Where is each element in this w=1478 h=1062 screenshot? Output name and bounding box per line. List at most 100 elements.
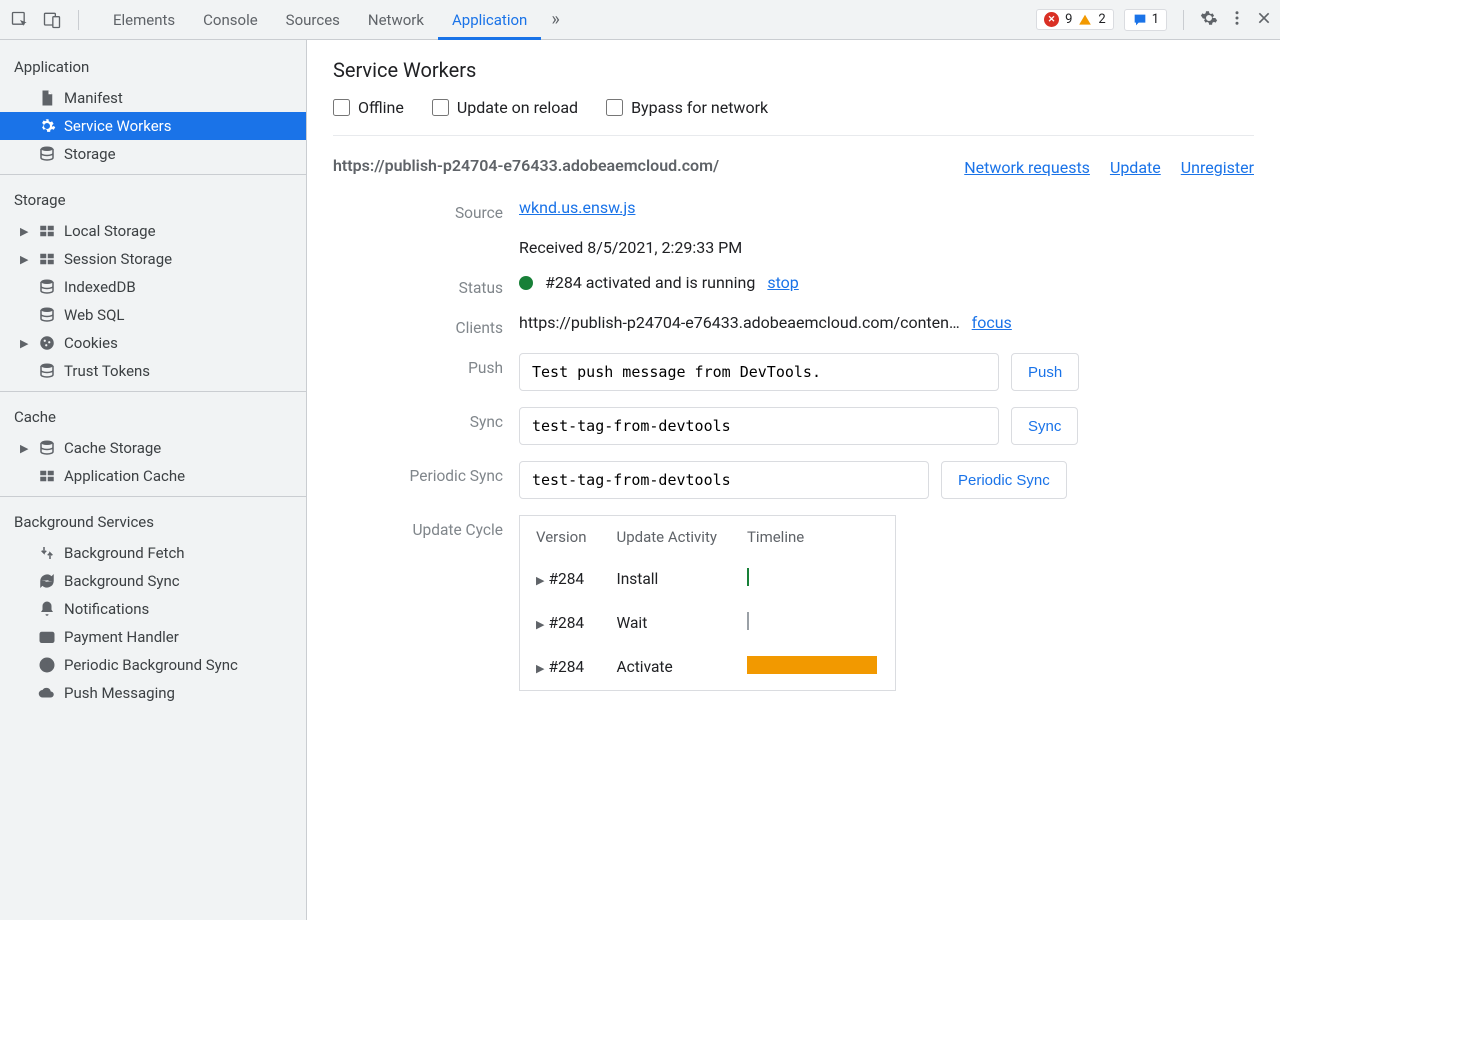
gear-icon — [38, 117, 56, 135]
grid-icon — [38, 467, 56, 485]
close-icon[interactable] — [1256, 10, 1272, 30]
timeline-tick-icon — [747, 612, 749, 630]
update-link[interactable]: Update — [1110, 158, 1161, 177]
cycle-row[interactable]: ▶#284Wait — [522, 602, 893, 644]
sidebar-item-periodic-background-sync[interactable]: Periodic Background Sync — [0, 651, 306, 679]
sidebar-item-notifications[interactable]: Notifications — [0, 595, 306, 623]
sidebar-item-label: Application Cache — [64, 467, 185, 485]
bell-icon — [38, 600, 56, 618]
cloud-icon — [38, 684, 56, 702]
cycle-row[interactable]: ▶#284Activate — [522, 646, 893, 688]
status-dot-icon — [519, 276, 533, 290]
sidebar-item-label: Trust Tokens — [64, 362, 150, 380]
more-icon[interactable] — [1228, 9, 1246, 31]
tab-application[interactable]: Application — [438, 0, 541, 40]
push-label: Push — [333, 353, 503, 377]
sidebar-item-label: Manifest — [64, 89, 123, 107]
cycle-row[interactable]: ▶#284Install — [522, 558, 893, 600]
status-text: #284 activated and is running — [545, 273, 755, 292]
issues-badge[interactable]: 1 — [1124, 9, 1167, 31]
expand-icon: ▶ — [20, 225, 30, 238]
periodic-sync-input[interactable] — [519, 461, 929, 499]
sidebar-item-web-sql[interactable]: Web SQL — [0, 301, 306, 329]
issues-count: 1 — [1152, 12, 1159, 27]
device-toggle-icon[interactable] — [40, 8, 64, 32]
periodic-sync-label: Periodic Sync — [333, 461, 503, 485]
stop-link[interactable]: stop — [767, 273, 798, 292]
unregister-link[interactable]: Unregister — [1181, 158, 1254, 177]
source-file-link[interactable]: wknd.us.ensw.js — [519, 198, 635, 217]
sidebar-item-storage[interactable]: Storage — [0, 140, 306, 168]
sidebar-item-manifest[interactable]: Manifest — [0, 84, 306, 112]
sidebar-item-label: Notifications — [64, 600, 149, 618]
sidebar-item-application-cache[interactable]: Application Cache — [0, 462, 306, 490]
expand-icon: ▶ — [20, 337, 30, 350]
sidebar-section-title: Storage — [0, 181, 306, 217]
col-version: Version — [522, 518, 601, 556]
periodic-sync-button[interactable]: Periodic Sync — [941, 461, 1067, 499]
tab-console[interactable]: Console — [189, 0, 272, 40]
focus-link[interactable]: focus — [972, 313, 1012, 332]
sidebar-item-label: Background Fetch — [64, 544, 185, 562]
sidebar-item-background-fetch[interactable]: Background Fetch — [0, 539, 306, 567]
timeline-bar-icon — [747, 656, 877, 674]
update-cycle-label: Update Cycle — [333, 515, 503, 539]
sidebar-item-session-storage[interactable]: ▶Session Storage — [0, 245, 306, 273]
sidebar-item-label: Payment Handler — [64, 628, 179, 646]
db-icon — [38, 306, 56, 324]
push-button[interactable]: Push — [1011, 353, 1079, 391]
sidebar-item-local-storage[interactable]: ▶ Local Storage — [0, 217, 306, 245]
tab-elements[interactable]: Elements — [99, 0, 189, 40]
origin-url: https://publish-p24704-e76433.adobeaemcl… — [333, 154, 719, 178]
inspect-icon[interactable] — [8, 8, 32, 32]
expand-icon[interactable]: ▶ — [536, 618, 544, 631]
tab-network[interactable]: Network — [354, 0, 438, 40]
bypass-network-checkbox[interactable]: Bypass for network — [606, 98, 768, 117]
sidebar-item-push-messaging[interactable]: Push Messaging — [0, 679, 306, 707]
push-input[interactable] — [519, 353, 999, 391]
sidebar-section-title: Application — [0, 48, 306, 84]
expand-icon: ▶ — [20, 442, 30, 455]
sidebar-item-label: Web SQL — [64, 306, 124, 324]
sidebar-item-payment-handler[interactable]: Payment Handler — [0, 623, 306, 651]
sync-label: Sync — [333, 407, 503, 431]
network-requests-link[interactable]: Network requests — [964, 158, 1090, 177]
sync-button[interactable]: Sync — [1011, 407, 1078, 445]
col-activity: Update Activity — [603, 518, 731, 556]
grid-icon — [38, 250, 56, 268]
warning-count: 2 — [1098, 12, 1105, 27]
panel-title: Service Workers — [333, 58, 1254, 82]
file-icon — [38, 89, 56, 107]
expand-icon[interactable]: ▶ — [536, 574, 544, 587]
offline-checkbox[interactable]: Offline — [333, 98, 404, 117]
update-cycle-table: Version Update Activity Timeline ▶#284In… — [519, 515, 896, 691]
application-sidebar: Application Manifest Service Workers Storag… — [0, 40, 307, 920]
sidebar-item-trust-tokens[interactable]: Trust Tokens — [0, 357, 306, 385]
tabs-overflow-icon[interactable]: » — [541, 9, 569, 30]
sync-input[interactable] — [519, 407, 999, 445]
sidebar-item-label: Periodic Background Sync — [64, 656, 238, 674]
error-count: 9 — [1065, 12, 1072, 27]
sidebar-item-background-sync[interactable]: Background Sync — [0, 567, 306, 595]
sidebar-item-label: Local Storage — [64, 222, 156, 240]
settings-icon[interactable] — [1200, 9, 1218, 31]
sync-icon — [38, 572, 56, 590]
sidebar-item-label: Session Storage — [64, 250, 172, 268]
sidebar-item-label: Storage — [64, 145, 116, 163]
tab-sources[interactable]: Sources — [272, 0, 354, 40]
expand-icon[interactable]: ▶ — [536, 662, 544, 675]
clock-icon — [38, 656, 56, 674]
sidebar-item-indexeddb[interactable]: IndexedDB — [0, 273, 306, 301]
timeline-tick-icon — [747, 568, 749, 586]
sidebar-item-service-workers[interactable]: Service Workers — [0, 112, 306, 140]
clients-label: Clients — [333, 313, 503, 337]
sidebar-item-cache-storage[interactable]: ▶Cache Storage — [0, 434, 306, 462]
update-on-reload-checkbox[interactable]: Update on reload — [432, 98, 578, 117]
sidebar-item-label: Service Workers — [64, 117, 171, 135]
error-icon — [1044, 12, 1059, 27]
cookie-icon — [38, 334, 56, 352]
sidebar-section-title: Background Services — [0, 503, 306, 539]
service-workers-panel: Service Workers Offline Update on reload… — [307, 40, 1280, 920]
sidebar-item-cookies[interactable]: ▶Cookies — [0, 329, 306, 357]
error-warning-badge[interactable]: 9 2 — [1036, 9, 1114, 30]
